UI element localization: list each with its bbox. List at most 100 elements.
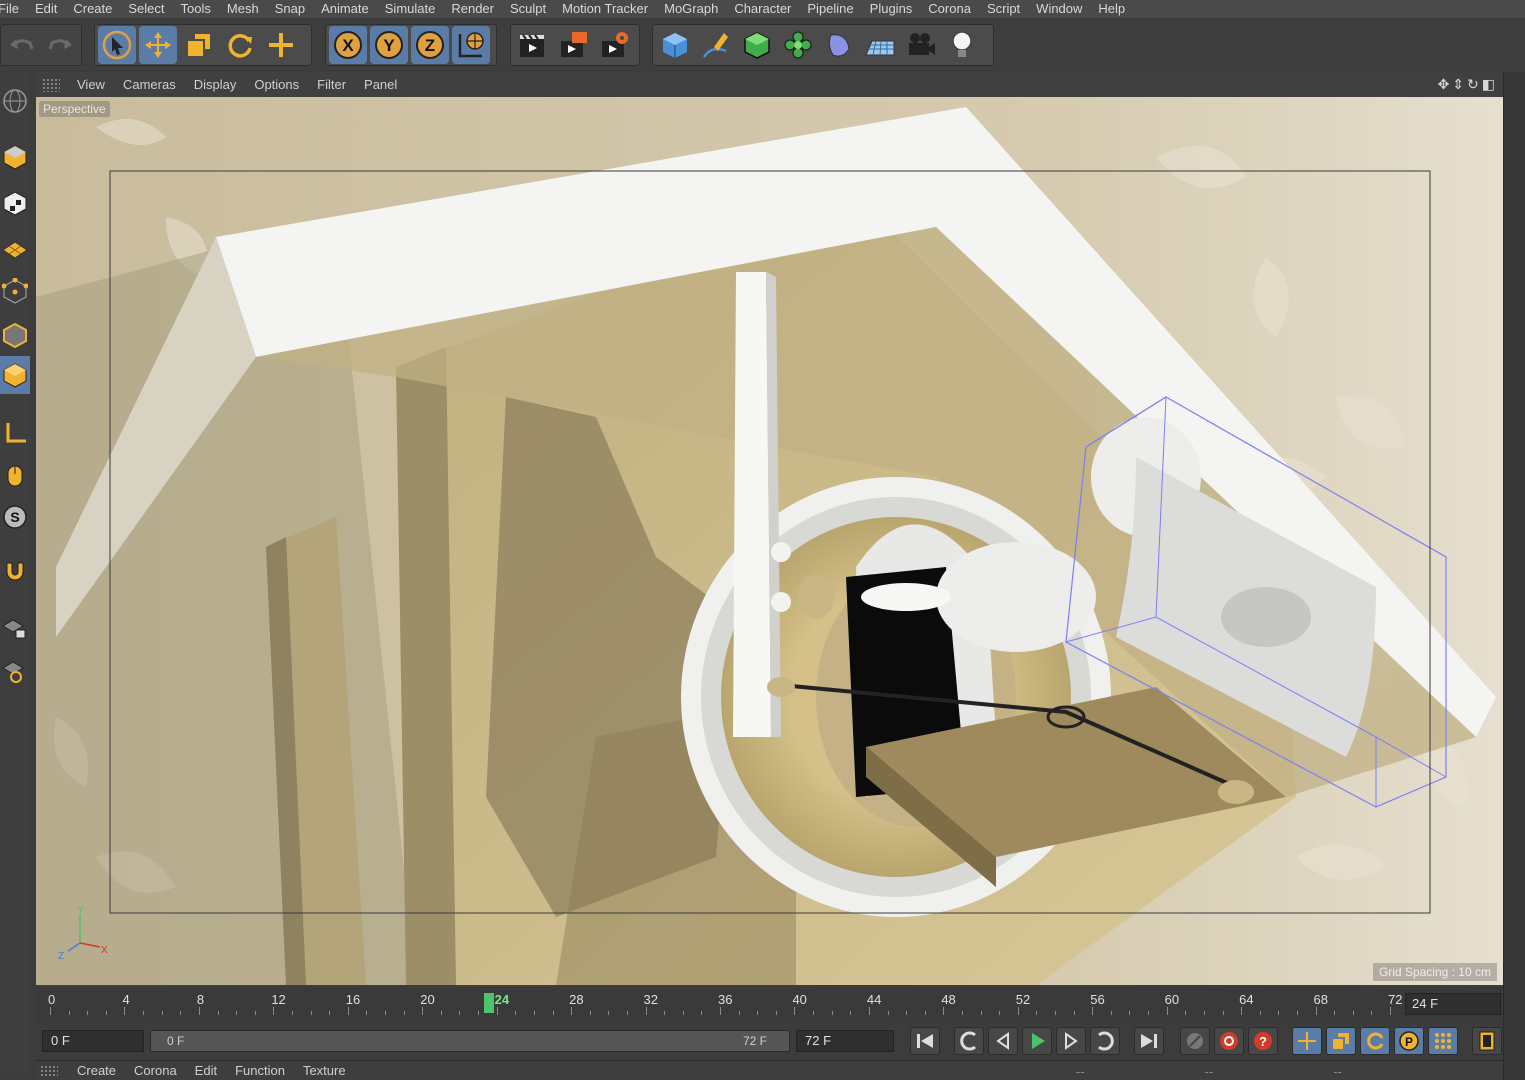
menu-simulate[interactable]: Simulate <box>377 1 444 17</box>
solo-button[interactable]: S <box>0 498 30 536</box>
edges-mode-button[interactable] <box>0 316 30 354</box>
keyframe-selection-button[interactable]: ? <box>1248 1027 1278 1055</box>
live-selection-button[interactable] <box>98 26 136 64</box>
menu-file[interactable]: File <box>0 1 27 17</box>
model-mode-button[interactable] <box>0 138 30 176</box>
snap-toggle-button[interactable] <box>0 552 30 590</box>
render-settings-button[interactable] <box>596 26 634 64</box>
material-menu-edit[interactable]: Edit <box>186 1063 226 1078</box>
camera-object-button[interactable] <box>902 26 940 64</box>
menu-render[interactable]: Render <box>443 1 502 17</box>
rotate-tool-button[interactable] <box>221 26 259 64</box>
subdivision-surface-button[interactable] <box>738 26 776 64</box>
lock-workplane-button[interactable] <box>0 608 30 646</box>
coordinate-system-button[interactable] <box>452 26 490 64</box>
pen-spline-button[interactable] <box>697 26 735 64</box>
previous-frame-button[interactable] <box>988 1027 1018 1055</box>
viewport-menu-filter[interactable]: Filter <box>308 77 355 92</box>
redo-button[interactable] <box>43 26 79 64</box>
planar-workplane-button[interactable] <box>0 652 30 690</box>
polygons-mode-button[interactable] <box>0 356 30 394</box>
menu-motion-tracker[interactable]: Motion Tracker <box>554 1 656 17</box>
move-tool-button[interactable] <box>139 26 177 64</box>
play-forward-button[interactable] <box>1022 1027 1052 1055</box>
key-point-level-button[interactable] <box>1428 1027 1458 1055</box>
previous-keyframe-button[interactable] <box>954 1027 984 1055</box>
end-frame-field[interactable]: 72 F <box>796 1030 894 1052</box>
key-scale-button[interactable] <box>1326 1027 1356 1055</box>
menu-create[interactable]: Create <box>65 1 120 17</box>
menu-corona[interactable]: Corona <box>920 1 979 17</box>
go-to-end-button[interactable] <box>1134 1027 1164 1055</box>
menu-sculpt[interactable]: Sculpt <box>502 1 554 17</box>
pan-view-icon[interactable]: ✥ <box>1438 76 1450 93</box>
menu-mesh[interactable]: Mesh <box>219 1 267 17</box>
z-axis-button[interactable]: Z <box>411 26 449 64</box>
key-position-button[interactable] <box>1292 1027 1322 1055</box>
preview-range-slider[interactable]: 0 F 72 F <box>150 1030 790 1052</box>
tweak-mode-button[interactable] <box>0 456 30 494</box>
menu-edit[interactable]: Edit <box>27 1 65 17</box>
go-to-start-button[interactable] <box>910 1027 940 1055</box>
record-active-objects-button[interactable] <box>1180 1027 1210 1055</box>
transform-tool-button[interactable] <box>262 26 300 64</box>
material-menu-create[interactable]: Create <box>68 1063 125 1078</box>
orbit-view-icon[interactable]: ↻ <box>1467 76 1479 93</box>
viewport-menu-display[interactable]: Display <box>185 77 246 92</box>
viewport-menu-options[interactable]: Options <box>245 77 308 92</box>
current-frame-field[interactable]: 24 F <box>1405 993 1501 1015</box>
material-menu-function[interactable]: Function <box>226 1063 294 1078</box>
ruler-tick-label: 12 <box>271 992 286 1007</box>
menu-script[interactable]: Script <box>979 1 1028 17</box>
menu-help[interactable]: Help <box>1090 1 1133 17</box>
menu-select[interactable]: Select <box>120 1 172 17</box>
viewport-menu-cameras[interactable]: Cameras <box>114 77 185 92</box>
light-object-button[interactable] <box>943 26 981 64</box>
ruler-tick-label: 44 <box>866 992 882 1007</box>
workplane-mode-button[interactable] <box>0 228 30 266</box>
menu-mograph[interactable]: MoGraph <box>656 1 726 17</box>
key-parameter-button[interactable]: P <box>1394 1027 1424 1055</box>
render-view-button[interactable] <box>514 26 552 64</box>
next-keyframe-button[interactable] <box>1090 1027 1120 1055</box>
menu-plugins[interactable]: Plugins <box>862 1 921 17</box>
x-axis-button[interactable]: X <box>329 26 367 64</box>
timeline-ruler[interactable]: 0 4 8 12 16 20 24 28 32 36 40 44 48 52 56 60 64 68 72 24 F <box>36 987 1503 1024</box>
menu-snap[interactable]: Snap <box>267 1 313 17</box>
axis-mode-button[interactable] <box>0 414 30 452</box>
points-mode-button[interactable] <box>0 272 30 310</box>
start-frame-field[interactable]: 0 F <box>42 1030 144 1052</box>
toggle-layout-icon[interactable]: ◧ <box>1482 76 1495 93</box>
material-menu-corona[interactable]: Corona <box>125 1063 186 1078</box>
menu-character[interactable]: Character <box>726 1 799 17</box>
texture-mode-button[interactable] <box>0 184 30 222</box>
y-axis-button[interactable]: Y <box>370 26 408 64</box>
next-frame-button[interactable] <box>1056 1027 1086 1055</box>
viewport-menu-view[interactable]: View <box>68 77 114 92</box>
scale-tool-button[interactable] <box>180 26 218 64</box>
cube-object-button[interactable] <box>656 26 694 64</box>
render-to-picture-viewer-button[interactable] <box>555 26 593 64</box>
ruler-tick <box>515 1011 517 1015</box>
timeline-window-button[interactable] <box>1472 1027 1502 1055</box>
perspective-viewport[interactable]: Perspective Grid Spacing : 10 cm Y X Z <box>36 97 1503 985</box>
viewport-camera-label[interactable]: Perspective <box>39 101 110 117</box>
autokeying-button[interactable] <box>1214 1027 1244 1055</box>
material-panel-grip[interactable] <box>40 1064 58 1077</box>
current-frame-marker[interactable] <box>483 993 494 1013</box>
undo-button[interactable] <box>4 26 40 64</box>
viewport-menu-panel[interactable]: Panel <box>355 77 406 92</box>
key-rotation-button[interactable] <box>1360 1027 1390 1055</box>
make-editable-button[interactable] <box>0 82 30 120</box>
frame-ruler[interactable]: 0 4 8 12 16 20 24 28 32 36 40 44 48 52 56 60 64 68 72 <box>40 989 1402 1021</box>
menu-window[interactable]: Window <box>1028 1 1090 17</box>
menu-tools[interactable]: Tools <box>173 1 219 17</box>
dolly-view-icon[interactable]: ⇕ <box>1452 76 1464 93</box>
panel-grip-handle[interactable] <box>42 77 60 92</box>
floor-environment-button[interactable] <box>861 26 899 64</box>
cloner-button[interactable] <box>779 26 817 64</box>
material-menu-texture[interactable]: Texture <box>294 1063 355 1078</box>
deformer-button[interactable] <box>820 26 858 64</box>
menu-pipeline[interactable]: Pipeline <box>799 1 861 17</box>
menu-animate[interactable]: Animate <box>313 1 377 17</box>
